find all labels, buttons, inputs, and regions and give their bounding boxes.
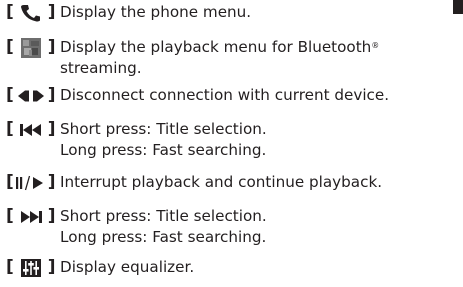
description: Display equalizer.: [60, 257, 194, 278]
key-equalizer: [ ]: [6, 257, 60, 278]
bracket-close: ]: [47, 2, 56, 22]
bracket-open: [: [6, 37, 14, 57]
list-item-previous-track: [ ] Short press: Title selection. Long p…: [6, 119, 267, 161]
bracket-open: [: [6, 172, 14, 192]
description: Short press: Title selection. Long press…: [60, 119, 267, 161]
bracket-close: ]: [47, 119, 56, 139]
registered-mark: ®: [371, 41, 380, 50]
phone-icon: [14, 2, 48, 23]
list-item-next-track: [ ] Short press: Title selection. Long p…: [6, 206, 267, 248]
description-line: Long press: Fast searching.: [60, 141, 267, 159]
key-phone: [ ]: [6, 2, 60, 23]
list-item-disconnect: [ ] Disconnect connection with current d…: [6, 85, 389, 106]
list-item-pause-play: [ ] Interrupt playback and continue play…: [6, 172, 382, 193]
key-next-track: [ ]: [6, 206, 60, 227]
description: Interrupt playback and continue playback…: [60, 172, 382, 193]
description-line: Interrupt playback and continue playback…: [60, 173, 383, 191]
bracket-close: ]: [47, 257, 56, 277]
description-line: Display equalizer.: [60, 258, 195, 276]
description: Display the playback menu for Bluetooth®…: [60, 37, 379, 79]
bracket-close: ]: [47, 37, 56, 57]
bracket-open: [: [6, 85, 14, 105]
list-item-phone: [ ] Display the phone menu.: [6, 2, 251, 23]
description: Disconnect connection with current devic…: [60, 85, 389, 106]
key-bluetooth-playback: [ ]: [6, 37, 60, 58]
description: Short press: Title selection. Long press…: [60, 206, 267, 248]
description: Display the phone menu.: [60, 2, 251, 23]
page-edge-tab: [453, 0, 463, 14]
equalizer-icon: [14, 257, 48, 278]
bracket-open: [: [6, 119, 14, 139]
key-disconnect: [ ]: [6, 85, 60, 106]
list-item-bluetooth-playback: [ ] Display the playback menu for Blueto…: [6, 37, 379, 79]
disconnect-icon: [14, 85, 48, 106]
key-previous-track: [ ]: [6, 119, 60, 140]
description-line: Disconnect connection with current devic…: [60, 86, 390, 104]
bracket-open: [: [6, 257, 14, 277]
description-line: Short press: Title selection.: [60, 207, 267, 225]
list-item-equalizer: [ ] Display equalizer.: [6, 257, 194, 278]
key-pause-play: [ ]: [6, 172, 60, 193]
next-track-icon: [14, 206, 48, 227]
pause-play-icon: [14, 172, 48, 193]
description-line: Display the phone menu.: [60, 3, 252, 21]
description-text: Display the playback menu for Bluetooth: [60, 38, 372, 56]
description-line: Display the playback menu for Bluetooth®: [60, 37, 379, 58]
description-line: streaming.: [60, 59, 142, 77]
bluetooth-playback-icon: [14, 37, 48, 58]
bracket-close: ]: [47, 172, 56, 192]
bracket-close: ]: [47, 85, 56, 105]
bracket-open: [: [6, 206, 14, 226]
previous-track-icon: [14, 119, 48, 140]
description-line: Short press: Title selection.: [60, 120, 267, 138]
bracket-open: [: [6, 2, 14, 22]
bracket-close: ]: [47, 206, 56, 226]
description-line: Long press: Fast searching.: [60, 228, 267, 246]
